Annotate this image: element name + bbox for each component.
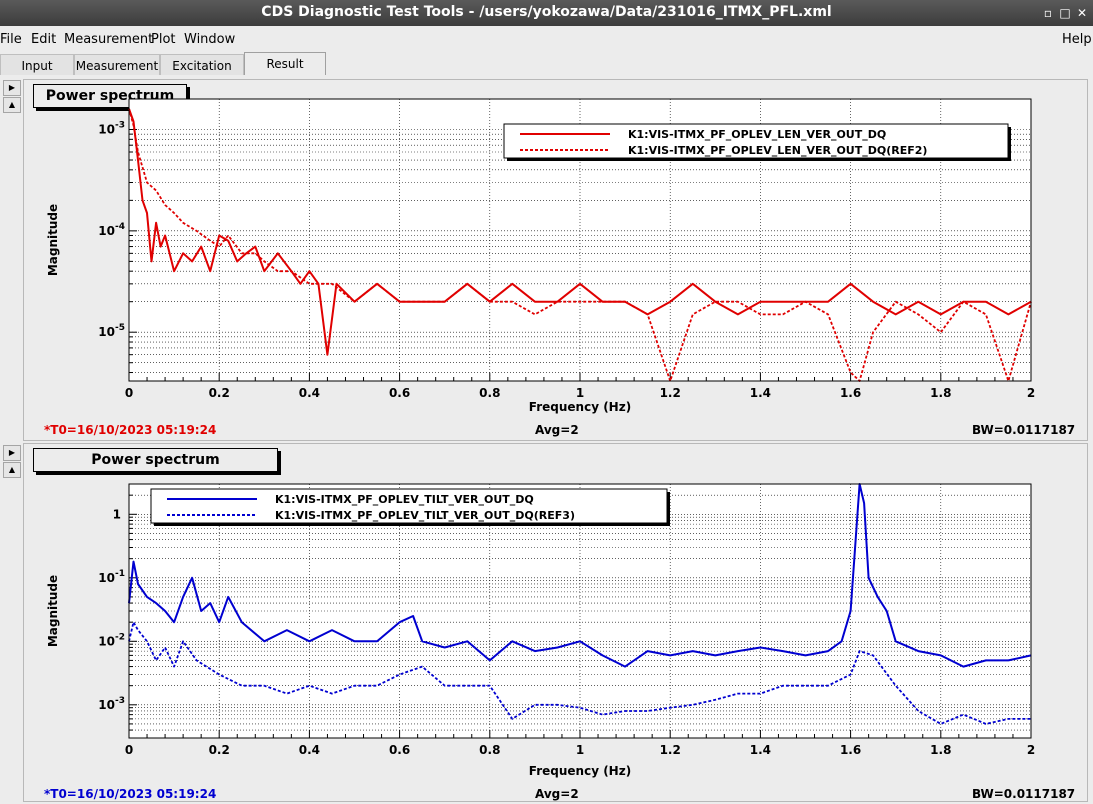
x-tick-label: 0.8 (479, 386, 500, 400)
avg-count: Avg=2 (535, 787, 579, 801)
x-tick-label: 2 (1027, 386, 1035, 400)
bandwidth: BW=0.0117187 (972, 787, 1076, 801)
x-tick-label: 1.8 (930, 743, 951, 757)
x-axis-label: Frequency (Hz) (529, 764, 631, 778)
y-axis-label: Magnitude (46, 575, 60, 647)
x-tick-label: 0.8 (479, 743, 500, 757)
y-tick-label: 10-3 (98, 696, 125, 712)
expand-right-icon[interactable]: ▶ (3, 445, 21, 461)
x-tick-label: 1.4 (750, 743, 771, 757)
menu-help[interactable]: Help (1062, 32, 1092, 47)
menu-measurement[interactable]: Measurement (64, 32, 153, 47)
x-tick-label: 2 (1027, 743, 1035, 757)
minimize-icon[interactable]: ▫ (1041, 6, 1055, 20)
x-tick-label: 0.4 (299, 743, 320, 757)
menu-file[interactable]: File (0, 32, 22, 47)
maximize-icon[interactable]: □ (1058, 6, 1072, 20)
x-tick-label: 1.8 (930, 386, 951, 400)
menu-bar: File Edit Measurement Plot Window Help (0, 26, 1093, 52)
start-time: *T0=16/10/2023 05:19:24 (44, 423, 217, 437)
x-tick-label: 1 (576, 386, 584, 400)
collapse-up-icon[interactable]: ▲ (3, 97, 21, 113)
x-tick-label: 0 (125, 743, 133, 757)
avg-count: Avg=2 (535, 423, 579, 437)
x-tick-label: 0.2 (209, 743, 230, 757)
window-title: CDS Diagnostic Test Tools - /users/yokoz… (261, 4, 832, 20)
tab-input[interactable]: Input (0, 54, 74, 75)
y-tick-label: 10-1 (98, 569, 125, 585)
y-tick-label: 10-3 (98, 121, 125, 137)
menu-window[interactable]: Window (184, 32, 235, 47)
x-tick-label: 1.6 (840, 386, 861, 400)
tab-measurement[interactable]: Measurement (74, 54, 160, 75)
close-icon[interactable]: ✕ (1075, 6, 1089, 20)
plot-panel-bottom: Power spectrum 0 0.2 0.4 0.6 0.8 1 1.2 1.4 1.6 1.… (23, 443, 1088, 802)
x-tick-label: 1 (576, 743, 584, 757)
expand-right-icon[interactable]: ▶ (3, 80, 21, 96)
x-axis-label: Frequency (Hz) (529, 400, 631, 414)
y-tick-label: 10-4 (98, 222, 125, 238)
tab-excitation[interactable]: Excitation (160, 54, 244, 75)
legend-label: K1:VIS-ITMX_PF_OPLEV_LEN_VER_OUT_DQ (628, 128, 886, 141)
chart-top: 0 0.2 0.4 0.6 0.8 1 1.2 1.4 1.6 1.8 2 10-3 10-4 10-5 K… (46, 98, 1035, 414)
bandwidth: BW=0.0117187 (972, 423, 1076, 437)
legend-label: K1:VIS-ITMX_PF_OPLEV_TILT_VER_OUT_DQ (275, 493, 534, 506)
start-time: *T0=16/10/2023 05:19:24 (44, 787, 217, 801)
x-tick-label: 1.6 (840, 743, 861, 757)
collapse-up-icon[interactable]: ▲ (3, 462, 21, 478)
menu-plot[interactable]: Plot (151, 32, 176, 47)
y-tick-label: 1 (113, 507, 121, 521)
plot-panel-top: Power spectrum 0 0.2 0.4 0.6 0.8 1 1.2 1.4 1.6 1.… (23, 79, 1088, 441)
x-tick-label: 0.2 (209, 386, 230, 400)
legend-label: K1:VIS-ITMX_PF_OPLEV_TILT_VER_OUT_DQ(REF… (275, 509, 575, 522)
x-tick-label: 0.4 (299, 386, 320, 400)
legend-label: K1:VIS-ITMX_PF_OPLEV_LEN_VER_OUT_DQ(REF2… (628, 144, 927, 157)
tab-bar: Input Measurement Excitation Result (0, 52, 1093, 76)
tab-result[interactable]: Result (244, 52, 326, 75)
x-tick-label: 1.2 (660, 386, 681, 400)
chart-bottom: 0 0.2 0.4 0.6 0.8 1 1.2 1.4 1.6 1.8 2 1 10-1 10-2 10-3… (46, 483, 1035, 778)
x-tick-label: 0 (125, 386, 133, 400)
y-axis-label: Magnitude (46, 204, 60, 276)
menu-edit[interactable]: Edit (31, 32, 56, 47)
x-tick-label: 1.4 (750, 386, 771, 400)
x-tick-label: 1.2 (660, 743, 681, 757)
y-tick-label: 10-5 (98, 323, 125, 339)
y-tick-label: 10-2 (98, 632, 125, 648)
title-bar: CDS Diagnostic Test Tools - /users/yokoz… (0, 0, 1093, 26)
x-tick-label: 0.6 (389, 386, 410, 400)
x-tick-label: 0.6 (389, 743, 410, 757)
